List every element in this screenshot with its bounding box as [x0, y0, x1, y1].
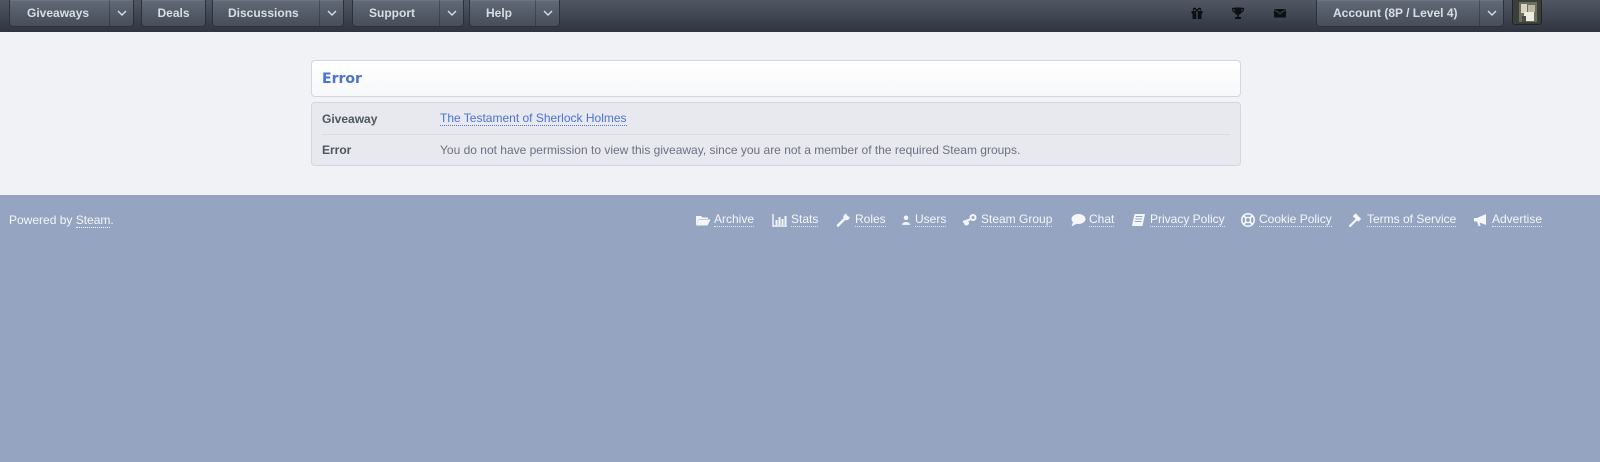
- nav-support-button[interactable]: Support: [352, 0, 464, 27]
- chevron-down-icon[interactable]: [109, 0, 133, 26]
- chevron-down-icon[interactable]: [1479, 0, 1503, 26]
- row-key-error: Error: [322, 143, 352, 157]
- nav-giveaways-button[interactable]: Giveaways: [9, 0, 134, 27]
- error-message: You do not have permission to view this …: [440, 143, 1021, 157]
- bar-chart-icon: [772, 214, 787, 227]
- speech-bubble-icon: [1071, 214, 1086, 227]
- nav-help-label: Help: [486, 6, 513, 20]
- footer-link-advertise[interactable]: Advertise: [1473, 212, 1543, 228]
- row-key-giveaway: Giveaway: [322, 111, 378, 126]
- giveaway-link[interactable]: The Testament of Sherlock Holmes: [440, 111, 627, 126]
- steam-icon: [962, 214, 977, 226]
- footer-link-label: Steam Group: [981, 212, 1053, 227]
- top-navigation-bar: Giveaways Deals Discussions Support Help: [0, 0, 1600, 32]
- footer-link-label: Privacy Policy: [1150, 212, 1225, 227]
- footer-link-label: Chat: [1089, 212, 1115, 227]
- footer-link-label: Advertise: [1492, 212, 1543, 227]
- envelope-icon[interactable]: [1271, 5, 1289, 21]
- footer-link-label: Stats: [791, 212, 819, 227]
- trophy-icon[interactable]: [1229, 5, 1247, 21]
- footer-link-label: Cookie Policy: [1259, 212, 1332, 227]
- footer-link-stats[interactable]: Stats: [772, 212, 819, 228]
- footer-links: Archive Stats Roles Users Steam Group Ch…: [0, 212, 1600, 230]
- footer-link-label: Archive: [714, 212, 755, 227]
- footer-link-archive[interactable]: Archive: [695, 212, 755, 228]
- nav-discussions-label: Discussions: [228, 6, 299, 20]
- footer-link-label: Users: [915, 212, 947, 227]
- page-title: Error: [322, 70, 362, 87]
- gavel-icon: [1348, 213, 1362, 227]
- footer-link-privacy-policy[interactable]: Privacy Policy: [1131, 212, 1225, 228]
- user-icon: [901, 215, 911, 225]
- chevron-down-icon[interactable]: [439, 0, 463, 26]
- table-row: Error You do not have permission to view…: [322, 134, 1230, 165]
- nav-giveaways-label: Giveaways: [27, 6, 90, 20]
- nav-discussions-button[interactable]: Discussions: [212, 0, 344, 27]
- footer-link-label: Roles: [855, 212, 886, 227]
- life-ring-icon: [1241, 213, 1255, 227]
- nav-deals-label: Deals: [157, 6, 190, 20]
- chevron-down-icon[interactable]: [319, 0, 343, 26]
- book-icon: [1132, 214, 1145, 226]
- bullhorn-icon: [1474, 214, 1486, 226]
- page-heading-box: Error: [311, 60, 1241, 97]
- nav-deals-button[interactable]: Deals: [141, 0, 206, 27]
- nav-support-label: Support: [369, 6, 415, 20]
- avatar[interactable]: [1512, 0, 1542, 25]
- wrench-icon: [836, 213, 851, 227]
- chevron-down-icon[interactable]: [535, 0, 559, 26]
- nav-help-button[interactable]: Help: [469, 0, 560, 27]
- folder-open-icon: [696, 216, 711, 226]
- table-row: Giveaway The Testament of Sherlock Holme…: [322, 103, 1230, 134]
- footer-link-label: Terms of Service: [1367, 212, 1457, 227]
- footer: Powered by Steam. Archive Stats Roles Us…: [0, 195, 1600, 462]
- footer-link-cookie-policy[interactable]: Cookie Policy: [1240, 212, 1332, 228]
- main-content: Error Giveaway The Testament of Sherlock…: [0, 32, 1600, 195]
- footer-link-terms-of-service[interactable]: Terms of Service: [1348, 212, 1457, 228]
- footer-link-roles[interactable]: Roles: [836, 212, 886, 228]
- account-label: Account (8P / Level 4): [1333, 6, 1458, 20]
- footer-link-steam-group[interactable]: Steam Group: [962, 212, 1053, 228]
- details-table: Giveaway The Testament of Sherlock Holme…: [311, 102, 1241, 166]
- footer-link-users[interactable]: Users: [900, 212, 947, 228]
- gift-icon[interactable]: [1188, 5, 1206, 21]
- account-menu-button[interactable]: Account (8P / Level 4): [1316, 0, 1504, 27]
- footer-link-chat[interactable]: Chat: [1070, 212, 1115, 228]
